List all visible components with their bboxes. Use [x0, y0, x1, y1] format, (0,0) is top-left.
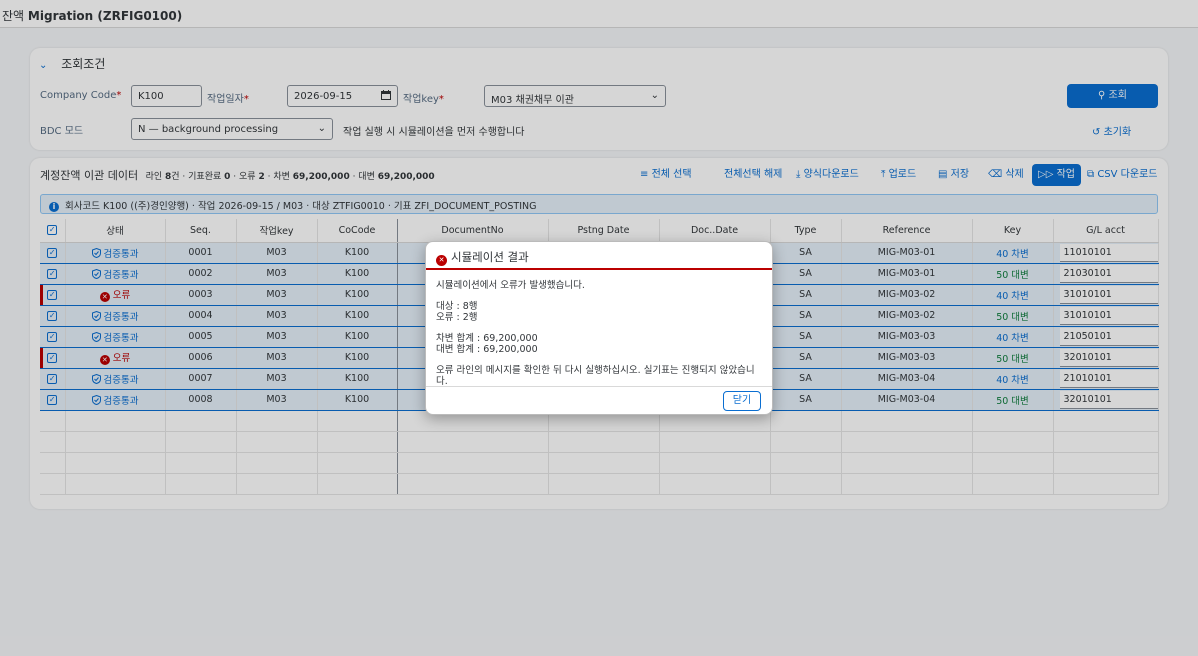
dialog-errors: 오류 : 2행 — [436, 312, 478, 323]
dialog-instruction: 오류 라인의 메시지를 확인한 뒤 다시 실행하십시오. 실기표는 진행되지 않… — [436, 364, 755, 388]
dialog-counts: 대상 : 8행 오류 : 2행 — [436, 301, 762, 324]
dialog-debit-total: 차변 합계 : 69,200,000 — [436, 332, 538, 344]
dialog-title: 시뮬레이션 결과 — [451, 250, 529, 264]
dialog-header: ✕ 시뮬레이션 결과 — [426, 242, 772, 270]
dialog-message-line: 시뮬레이션에서 오류가 발생했습니다. — [436, 280, 585, 291]
error-icon: ✕ — [436, 255, 447, 266]
dialog-target: 대상 : 8행 — [436, 300, 478, 312]
dialog-credit-total: 대변 합계 : 69,200,000 — [436, 344, 538, 355]
simulation-result-dialog: ✕ 시뮬레이션 결과 시뮬레이션에서 오류가 발생했습니다. 대상 : 8행 오류 … — [425, 241, 773, 415]
dialog-totals: 차변 합계 : 69,200,000 대변 합계 : 69,200,000 — [436, 333, 762, 356]
close-button[interactable]: 닫기 — [723, 391, 761, 411]
dialog-body: 시뮬레이션에서 오류가 발생했습니다. 대상 : 8행 오류 : 2행 차변 합계… — [426, 270, 772, 388]
dialog-footer: 닫기 — [426, 386, 772, 414]
